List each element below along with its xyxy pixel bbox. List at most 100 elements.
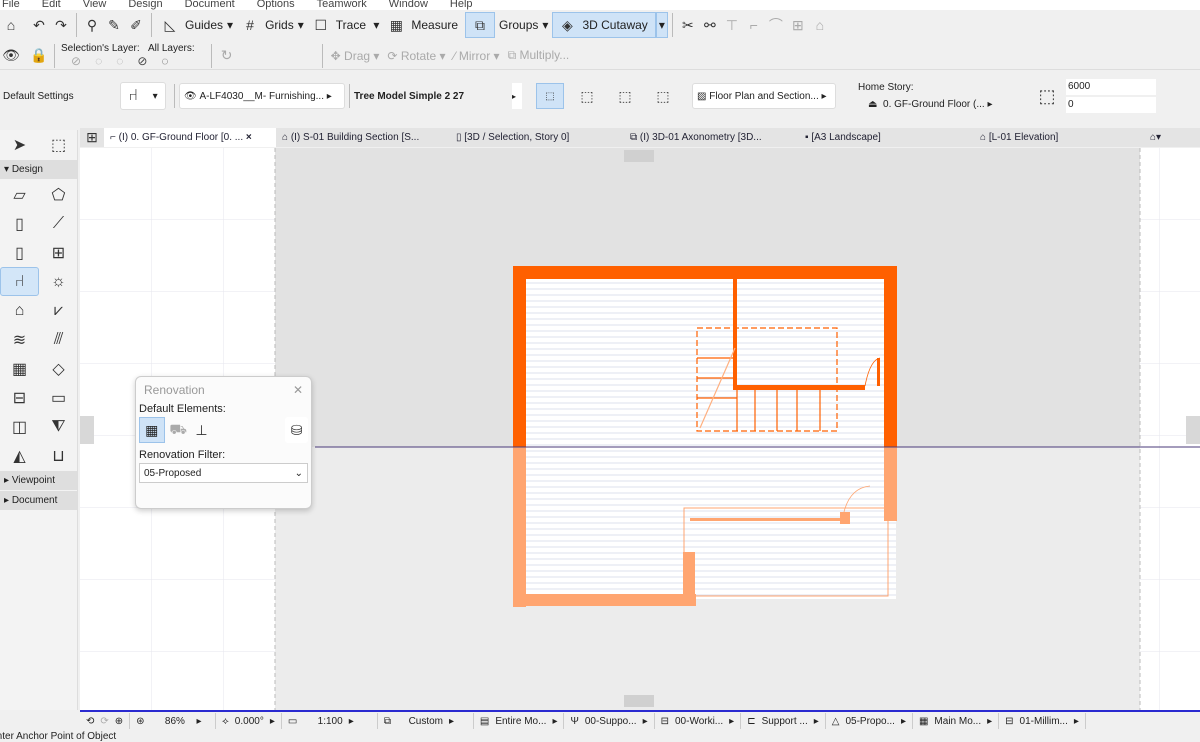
- dimension-standard[interactable]: ⊟ 01-Millim... ▸: [999, 713, 1086, 729]
- demolish-bulldozer-icon[interactable]: ⛟: [169, 419, 188, 441]
- existing-brick-icon[interactable]: ▦: [139, 417, 165, 443]
- door-tool-icon[interactable]: ▯: [0, 238, 39, 267]
- object-tool-icon[interactable]: ⑁: [0, 267, 39, 296]
- tab-building-section[interactable]: ⌂ (I) S-01 Building Section [S...: [276, 128, 450, 147]
- find-select-icon[interactable]: ⚲: [81, 14, 103, 36]
- layer-selector[interactable]: 👁 A-LF4030__M- Furnishing... ▸: [179, 83, 345, 109]
- syringe-icon[interactable]: ✐: [125, 14, 147, 36]
- tab-overview-icon[interactable]: ⊞: [80, 127, 104, 149]
- design-section[interactable]: ▾ Design: [0, 160, 77, 179]
- close-icon[interactable]: ✕: [293, 383, 303, 397]
- layer-lock-icon[interactable]: 🔒: [28, 45, 50, 67]
- object-settings-button[interactable]: ⑁ ▾: [120, 82, 166, 110]
- new-crane-icon[interactable]: ⊥: [192, 419, 211, 441]
- floor-plan-section-button[interactable]: ▨ Floor Plan and Section... ▸: [692, 83, 836, 109]
- zoom-controls[interactable]: ⟲ ⟳ ⊕: [80, 713, 131, 729]
- home-icon[interactable]: ⌂: [0, 14, 22, 36]
- anchor-top-icon[interactable]: ⬚: [614, 85, 636, 107]
- document-section[interactable]: ▸ Document: [0, 491, 77, 510]
- beam-tool-icon[interactable]: ⟋: [39, 209, 78, 238]
- corner-icon[interactable]: ⌐: [743, 14, 765, 36]
- redo-icon[interactable]: ↷: [50, 14, 72, 36]
- wall-end-tool-icon[interactable]: ◫: [0, 412, 39, 441]
- undo-icon[interactable]: ↶: [28, 14, 50, 36]
- arrow-tool-icon[interactable]: ➤: [0, 130, 39, 159]
- magic-wand-icon[interactable]: ⚯: [699, 14, 721, 36]
- corner-window-tool-icon[interactable]: ⊔: [39, 441, 78, 470]
- guides-button[interactable]: ◺ Guides ▾: [156, 12, 236, 38]
- mesh-tool-icon[interactable]: ◇: [39, 354, 78, 383]
- graphic-override[interactable]: ⊟ 00-Worki... ▸: [655, 713, 742, 729]
- rotate-view-icon[interactable]: ↻: [216, 45, 238, 67]
- morph-tool-icon[interactable]: ⧨: [39, 412, 78, 441]
- layer-combination[interactable]: Ψ 00-Suppo... ▸: [564, 713, 655, 729]
- arc-icon[interactable]: ⌒: [765, 14, 787, 36]
- anchor-bottom-button[interactable]: ⬚: [536, 83, 564, 109]
- tab-ground-floor[interactable]: ⌐ (I) 0. GF-Ground Floor [0. ... ×: [104, 128, 276, 147]
- renovation-settings-icon[interactable]: ⛁: [285, 417, 309, 443]
- menu-teamwork[interactable]: Teamwork: [317, 0, 367, 10]
- scale[interactable]: ▭ 1:100 ▸: [282, 713, 378, 729]
- tab-axonometry[interactable]: ⧉ (I) 3D-01 Axonometry [3D...: [624, 128, 799, 147]
- trace-button[interactable]: ☐ Trace ▾: [307, 12, 383, 38]
- zone-tool-icon[interactable]: ◭: [0, 441, 39, 470]
- 3d-cutaway-button[interactable]: ◈ 3D Cutaway: [552, 12, 656, 38]
- menu-options[interactable]: Options: [257, 0, 295, 10]
- rotate-button[interactable]: ⟳ Rotate ▾: [387, 49, 445, 63]
- eyedropper-icon[interactable]: ✎: [103, 14, 125, 36]
- roof-icon[interactable]: ⌂: [809, 14, 831, 36]
- grids-button[interactable]: # Grids ▾: [236, 12, 307, 38]
- menu-file[interactable]: File: [2, 0, 20, 10]
- hide-all-icon[interactable]: ⊘: [137, 54, 161, 68]
- hide-icon[interactable]: ⊘: [71, 54, 95, 68]
- split-icon[interactable]: ⊞: [787, 14, 809, 36]
- renovation-filter-select[interactable]: 05-Proposed ⌄: [139, 463, 308, 483]
- menu-view[interactable]: View: [83, 0, 107, 10]
- shell-tool-icon[interactable]: ⩗: [39, 296, 78, 325]
- model-view-option[interactable]: ▤ Entire Mo... ▸: [474, 713, 565, 729]
- renovation-filter-status[interactable]: △ 05-Propo... ▸: [826, 713, 913, 729]
- elevate-icon[interactable]: ⊤: [721, 14, 743, 36]
- pen-set[interactable]: ⧉ Custom ▸: [378, 713, 474, 729]
- opening-tool-icon[interactable]: ▭: [39, 383, 78, 412]
- lamp-tool-icon[interactable]: ☼: [39, 267, 78, 296]
- tab-3d-selection[interactable]: ▯ [3D / Selection, Story 0]: [450, 128, 624, 147]
- measure-button[interactable]: ▦ Measure: [382, 12, 465, 38]
- mvo-status[interactable]: ▦ Main Mo... ▸: [913, 713, 1000, 729]
- structural-display[interactable]: ⊏ Support ... ▸: [741, 713, 826, 729]
- lock-icon[interactable]: ◌: [95, 54, 116, 68]
- object-name-arrow[interactable]: ▸: [512, 83, 522, 109]
- tab-menu-button[interactable]: ⌂▾: [1144, 128, 1167, 147]
- anchor-corner-icon[interactable]: ⬚: [652, 85, 674, 107]
- home-story-selector[interactable]: ⏏ 0. GF-Ground Floor (... ▸: [858, 99, 1028, 110]
- column-tool-icon[interactable]: ▯: [0, 209, 39, 238]
- menu-design[interactable]: Design: [128, 0, 162, 10]
- layer-visibility-icon[interactable]: 👁: [0, 45, 22, 67]
- window-tool-icon[interactable]: ⊞: [39, 238, 78, 267]
- groups-button[interactable]: ⧉: [465, 12, 496, 38]
- tab-elevation[interactable]: ⌂ [L-01 Elevation]: [974, 128, 1144, 147]
- anchor-center-icon[interactable]: ⬚: [576, 85, 598, 107]
- menu-edit[interactable]: Edit: [42, 0, 61, 10]
- menu-window[interactable]: Window: [389, 0, 428, 10]
- curtain-wall-tool-icon[interactable]: ▦: [0, 354, 39, 383]
- height-input[interactable]: 6000: [1066, 79, 1156, 95]
- scissors-icon[interactable]: ✂: [677, 14, 699, 36]
- wall-tool-icon[interactable]: ▱: [0, 180, 39, 209]
- mirror-button[interactable]: ⁄ Mirror ▾: [454, 49, 500, 63]
- menu-help[interactable]: Help: [450, 0, 473, 10]
- offset-input[interactable]: 0: [1066, 97, 1156, 113]
- tab-a3-landscape[interactable]: ▪ [A3 Landscape]: [799, 128, 974, 147]
- rotation-angle[interactable]: ⟡ 0.000° ▸: [216, 713, 282, 729]
- lock-all-icon[interactable]: ◌: [161, 54, 182, 68]
- viewpoint-section[interactable]: ▸ Viewpoint: [0, 471, 77, 490]
- marquee-tool-icon[interactable]: ⬚: [39, 130, 78, 159]
- slab-tool-icon[interactable]: ⬠: [39, 180, 78, 209]
- zoom-level[interactable]: ⊛ 86% ▸: [130, 713, 217, 729]
- stair-tool-icon[interactable]: ≋: [0, 325, 39, 354]
- railing-tool-icon[interactable]: ⫻: [39, 325, 78, 354]
- drag-button[interactable]: ✥ Drag ▾: [331, 49, 380, 63]
- cutaway-dropdown[interactable]: ▾: [655, 12, 668, 38]
- menu-document[interactable]: Document: [185, 0, 235, 10]
- unlock-icon[interactable]: ◌: [116, 54, 137, 68]
